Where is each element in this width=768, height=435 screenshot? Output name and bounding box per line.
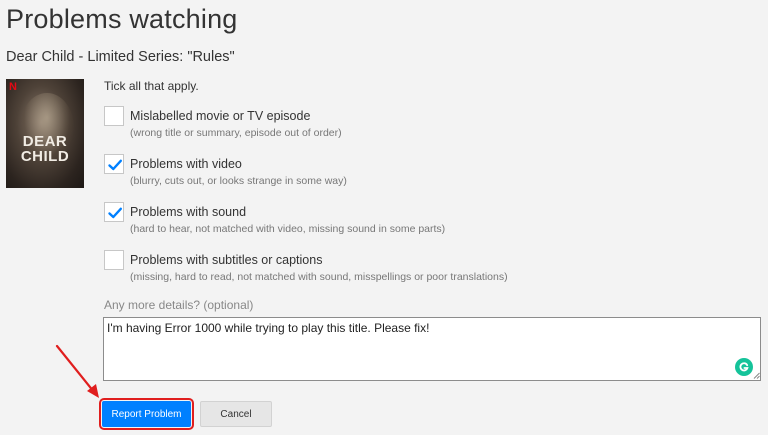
resize-grip-icon[interactable] xyxy=(753,372,760,379)
option-label: Problems with subtitles or captions xyxy=(130,253,323,267)
poster-title: DEAR CHILD xyxy=(20,133,70,165)
page-title: Problems watching xyxy=(6,4,238,34)
grammarly-g-icon xyxy=(739,362,749,372)
instructions-text: Tick all that apply. xyxy=(104,79,199,93)
checkmark-icon xyxy=(108,207,122,219)
grammarly-icon[interactable] xyxy=(735,358,753,376)
episode-title: Dear Child - Limited Series: "Rules" xyxy=(6,49,235,65)
annotation-arrow-icon xyxy=(55,344,99,398)
option-label: Mislabelled movie or TV episode xyxy=(130,109,311,123)
report-problem-button[interactable]: Report Problem xyxy=(99,398,194,430)
option-label: Problems with video xyxy=(130,157,242,171)
option-description: (hard to hear, not matched with video, m… xyxy=(130,223,446,235)
checkbox-video[interactable] xyxy=(104,154,124,174)
option-description: (blurry, cuts out, or looks strange in s… xyxy=(130,175,347,187)
details-label: Any more details? (optional) xyxy=(104,298,254,312)
option-description: (missing, hard to read, not matched with… xyxy=(130,271,508,283)
title-poster: N DEAR CHILD xyxy=(6,79,84,188)
option-label: Problems with sound xyxy=(130,205,247,219)
checkbox-sound[interactable] xyxy=(104,202,124,222)
checkbox-mislabelled[interactable] xyxy=(104,106,124,126)
checkmark-icon xyxy=(108,159,122,171)
netflix-logo: N xyxy=(9,81,17,93)
option-description: (wrong title or summary, episode out of … xyxy=(130,127,342,139)
details-textarea[interactable]: I'm having Error 1000 while trying to pl… xyxy=(103,317,761,381)
cancel-button[interactable]: Cancel xyxy=(200,401,272,427)
checkbox-subtitles[interactable] xyxy=(104,250,124,270)
